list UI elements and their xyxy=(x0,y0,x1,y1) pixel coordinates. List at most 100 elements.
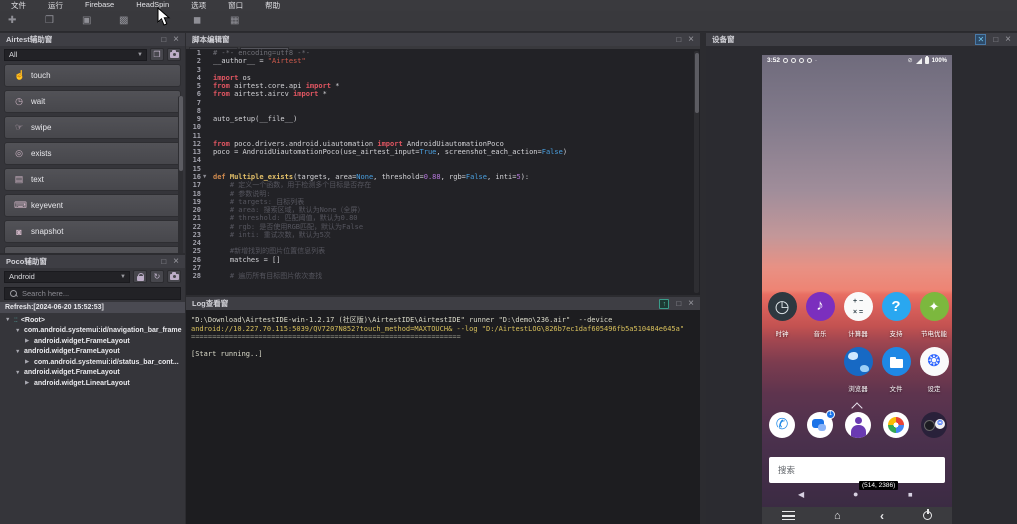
menu-item[interactable]: HeadSpin xyxy=(125,0,180,11)
menu-item[interactable]: 文件 xyxy=(0,0,37,11)
tree-item[interactable]: ▼ com.android.systemui:id/navigation_bar_… xyxy=(0,326,185,337)
poco-inspect-button[interactable] xyxy=(167,270,181,283)
tree-item[interactable]: ▼ android.widget.FrameLayout xyxy=(0,368,185,379)
app-phone[interactable] xyxy=(763,412,801,443)
exists-action-button[interactable]: ◎ exists xyxy=(4,142,181,165)
tree-item[interactable]: ▶ android.widget.LinearLayout xyxy=(0,378,185,389)
float-panel-icon[interactable] xyxy=(676,299,681,308)
snapshot-action-button[interactable]: ◙ snapshot xyxy=(4,220,181,243)
float-panel-icon[interactable] xyxy=(161,257,166,266)
menu-item[interactable]: 选项 xyxy=(180,0,217,11)
line-number: 24 xyxy=(192,239,201,248)
line-number: 12 xyxy=(192,139,201,148)
airtest-scrollbar[interactable] xyxy=(178,96,183,253)
api-filter-dropdown[interactable]: All ▼ xyxy=(4,48,147,61)
tree-item[interactable]: ▶ com.android.systemui:id/status_bar_cont… xyxy=(0,357,185,368)
touch-position-toggle-icon[interactable]: ✕ xyxy=(975,34,987,45)
app-folder-icon xyxy=(921,412,947,438)
new-script-button[interactable]: ✚ xyxy=(0,16,37,26)
code-text: # 定义一个函数，用于检测多个目标是否存在 xyxy=(213,181,372,190)
refresh-icon: ↻ xyxy=(153,272,161,281)
app-settings[interactable]: 设定 xyxy=(915,347,952,393)
log-output[interactable]: "D:\Download\AirtestIDE-win-1.2.17 (社区版)… xyxy=(186,310,700,524)
close-panel-icon[interactable] xyxy=(173,257,179,266)
app-drawer-chevron-icon[interactable] xyxy=(853,402,861,410)
app-label: 支持 xyxy=(889,331,903,338)
float-panel-icon[interactable] xyxy=(161,35,166,44)
android-nav-bar: ◀ ● ■ xyxy=(762,489,952,503)
float-panel-icon[interactable] xyxy=(676,35,681,44)
touch-action-button[interactable]: ☝ touch xyxy=(4,64,181,87)
text-icon: ▤ xyxy=(14,174,24,184)
collapsed-arrow-icon[interactable]: ▶ xyxy=(25,338,31,344)
code-line: 2 __author__ = "Airtest" xyxy=(186,57,700,65)
android-home-button[interactable]: ● xyxy=(853,489,858,499)
stop-script-button[interactable]: ◼ xyxy=(185,16,222,26)
app-clock[interactable]: 时钟 xyxy=(763,292,801,338)
menu-item[interactable]: 窗口 xyxy=(217,0,254,11)
poco-refresh-button[interactable]: ↻ xyxy=(150,270,164,283)
android-back-button[interactable]: ◀ xyxy=(798,490,804,499)
save-script-button[interactable]: ▣ xyxy=(74,16,111,26)
text-action-button[interactable]: ▤ text xyxy=(4,168,181,191)
fold-marker-icon[interactable]: ▼ xyxy=(203,173,206,181)
expanded-arrow-icon[interactable]: ▼ xyxy=(15,349,21,355)
home-icon[interactable]: ⌂ xyxy=(834,510,841,522)
log-scroll-lock-icon[interactable]: ↑ xyxy=(659,298,670,309)
expanded-arrow-icon[interactable]: ▼ xyxy=(5,317,11,323)
close-panel-icon[interactable] xyxy=(688,299,694,308)
phone-search-bar[interactable]: 搜索 xyxy=(769,457,945,483)
collapsed-arrow-icon[interactable]: ▶ xyxy=(25,359,31,365)
menu-icon[interactable] xyxy=(781,511,795,520)
chevron-down-icon: ▼ xyxy=(137,51,143,58)
clock-icon xyxy=(767,292,797,321)
device-screen[interactable]: 3:52 · ⊘ 100% 时钟 音乐 计算器 支持 节电优能 浏览器 文件 设定 1 搜索… xyxy=(762,55,952,507)
keyevent-action-button[interactable]: ⌨ keyevent xyxy=(4,194,181,217)
window-layout-button[interactable]: ▦ xyxy=(222,16,259,26)
app-battery-saver[interactable]: 节电优能 xyxy=(915,292,952,338)
menu-item[interactable]: 运行 xyxy=(37,0,74,11)
open-script-button[interactable]: ❒ xyxy=(37,16,74,26)
power-icon[interactable] xyxy=(923,509,933,520)
poco-search-input[interactable]: Search here... xyxy=(4,287,181,300)
tree-item[interactable]: ▼ ⁚⁚ <Root> xyxy=(0,315,185,326)
app-files[interactable]: 文件 xyxy=(877,347,915,393)
action-label: snapshot xyxy=(31,227,64,236)
menu-item[interactable]: Firebase xyxy=(74,0,125,11)
close-panel-icon[interactable] xyxy=(173,35,179,44)
app-support[interactable]: 支持 xyxy=(877,292,915,338)
expanded-arrow-icon[interactable]: ▼ xyxy=(15,370,21,376)
save-as-button[interactable]: ▩ xyxy=(111,16,148,26)
menu-item[interactable]: 帮助 xyxy=(254,0,291,11)
app-contacts[interactable] xyxy=(839,412,877,443)
close-panel-icon[interactable] xyxy=(688,35,694,44)
float-panel-icon[interactable] xyxy=(993,35,998,44)
line-number: 13 xyxy=(192,148,201,157)
app-photos[interactable] xyxy=(877,412,915,443)
close-panel-icon[interactable] xyxy=(1005,35,1011,44)
editor-scrollbar[interactable] xyxy=(694,51,699,293)
screenshot-region-button[interactable]: ❐ xyxy=(150,48,164,61)
tree-item[interactable]: ▼ android.widget.FrameLayout xyxy=(0,347,185,358)
expanded-arrow-icon[interactable]: ▼ xyxy=(15,328,21,334)
signal-icon xyxy=(915,57,922,64)
touch-icon: ☝ xyxy=(14,70,26,80)
poco-lock-button[interactable] xyxy=(133,270,147,283)
poco-driver-dropdown[interactable]: Android ▼ xyxy=(4,270,130,283)
app-browser[interactable]: 浏览器 xyxy=(839,347,877,393)
android-recents-button[interactable]: ■ xyxy=(908,490,913,499)
app-app-folder[interactable] xyxy=(915,412,952,443)
refresh-entry[interactable]: Refresh:[2024-06-20 15:52:53] xyxy=(0,302,185,313)
wait-action-button[interactable]: ◷ wait xyxy=(4,90,181,113)
collapsed-arrow-icon[interactable]: ▶ xyxy=(25,380,31,386)
app-label: 浏览器 xyxy=(848,386,868,393)
app-music[interactable]: 音乐 xyxy=(801,292,839,338)
sleep-action-button[interactable]: ☾sleep xyxy=(4,246,181,253)
code-editor[interactable]: 1 # -*- encoding=utf8 -*- 2 __author__ = "A… xyxy=(186,49,700,295)
camera-button[interactable] xyxy=(167,48,181,61)
app-messages[interactable]: 1 xyxy=(801,410,839,443)
tree-item[interactable]: ▶ android.widget.FrameLayout xyxy=(0,336,185,347)
swipe-action-button[interactable]: ☞ swipe xyxy=(4,116,181,139)
back-icon[interactable]: ‹ xyxy=(880,510,884,522)
app-calculator[interactable]: 计算器 xyxy=(839,292,877,338)
